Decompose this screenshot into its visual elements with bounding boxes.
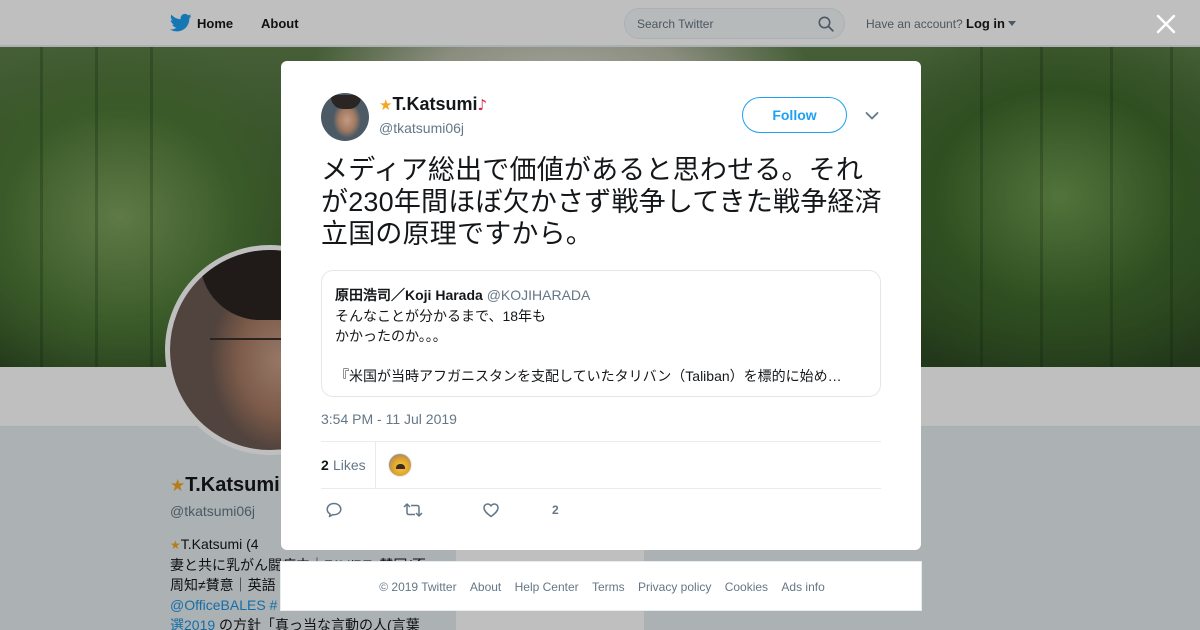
tweet-text: メディア総出で価値があると思わせる。それが230年間ほぼ欠かさず戦争してきた戦争… [321, 155, 882, 249]
tweet-timestamp[interactable]: 3:54 PM - 11 Jul 2019 [321, 411, 457, 427]
follow-button[interactable]: Follow [742, 97, 847, 133]
tweet-stats: 2 Likes [321, 441, 881, 489]
author-avatar[interactable] [321, 93, 369, 141]
chevron-down-icon[interactable] [865, 111, 879, 121]
like-button[interactable] [478, 498, 506, 522]
author-name[interactable]: ★T.Katsumi♪ [379, 94, 487, 115]
footer: © 2019 Twitter About Help Center Terms P… [280, 561, 922, 611]
retweet-button[interactable] [399, 498, 427, 522]
stats-divider [375, 442, 376, 489]
tweet-actions: 2 [321, 498, 881, 522]
footer-link-terms[interactable]: Terms [592, 580, 625, 594]
like-action-count: 2 [552, 503, 559, 517]
heart-icon [483, 503, 499, 518]
likes-label[interactable]: Likes [333, 457, 366, 473]
liker-avatar[interactable] [388, 453, 412, 477]
quote-author: 原田浩司／Koji Harada @KOJIHARADA [335, 287, 591, 303]
footer-link-ads-info[interactable]: Ads info [781, 580, 824, 594]
footer-links: © 2019 Twitter About Help Center Terms P… [281, 580, 923, 594]
reply-icon [326, 502, 342, 518]
footer-copyright: © 2019 Twitter [379, 580, 457, 594]
guitar-emoji-icon: ♪ [477, 96, 488, 114]
footer-link-privacy-policy[interactable]: Privacy policy [638, 580, 711, 594]
footer-link-about[interactable]: About [470, 580, 501, 594]
quote-text-excerpt: 『米国が当時アフガニスタンを支配していたタリバン（Taliban）を標的に始め… [335, 368, 842, 384]
quote-text: そんなことが分かるまで、18年も かかったのか。。。 [335, 308, 547, 344]
close-icon[interactable] [1156, 14, 1176, 34]
footer-link-cookies[interactable]: Cookies [725, 580, 768, 594]
footer-link-help-center[interactable]: Help Center [515, 580, 579, 594]
likes-count[interactable]: 2 [321, 457, 329, 473]
author-handle[interactable]: @tkatsumi06j [379, 120, 464, 136]
tweet-modal: ★T.Katsumi♪ @tkatsumi06j Follow メディア総出で価… [281, 61, 921, 550]
quote-handle: @KOJIHARADA [486, 287, 591, 303]
reply-button[interactable] [321, 498, 349, 522]
star-emoji-icon: ★ [379, 96, 393, 114]
quoted-tweet[interactable]: 原田浩司／Koji Harada @KOJIHARADA そんなことが分かるまで… [321, 270, 881, 397]
retweet-icon [403, 503, 423, 517]
